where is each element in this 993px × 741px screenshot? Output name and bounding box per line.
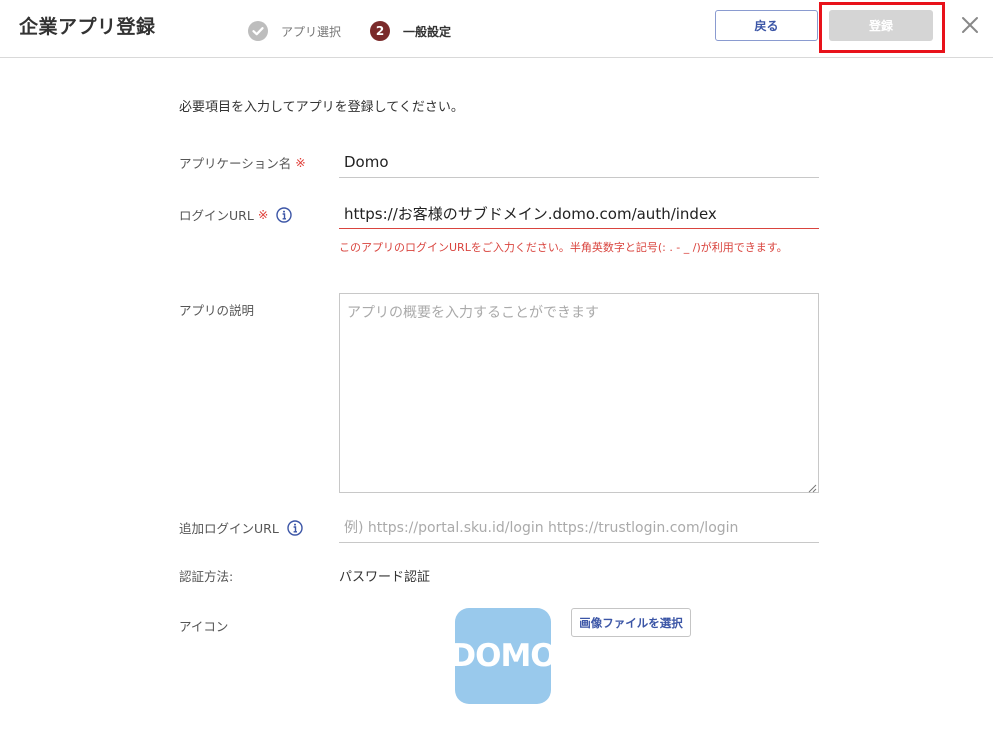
login-url-value: https://お客様のサブドメイン.domo.com/auth/index bbox=[344, 204, 717, 223]
app-logo: DOMO bbox=[455, 608, 551, 704]
additional-login-url-placeholder: 例) https://portal.sku.id/login https://t… bbox=[344, 520, 739, 536]
label-text: アプリケーション名 bbox=[179, 156, 292, 171]
select-image-file-button[interactable]: 画像ファイルを選択 bbox=[571, 608, 691, 637]
header-bar: 企業アプリ登録 アプリ選択 2 一般設定 戻る 登録 bbox=[0, 0, 993, 58]
step-label: 一般設定 bbox=[403, 24, 452, 39]
label-text: アプリの説明 bbox=[179, 303, 255, 318]
app-name-field[interactable]: Domo bbox=[339, 147, 819, 178]
app-name-value: Domo bbox=[344, 153, 389, 171]
page-title: 企業アプリ登録 bbox=[19, 16, 156, 38]
step-general-settings: 2 一般設定 bbox=[370, 21, 451, 41]
description-textarea[interactable]: アプリの概要を入力することができます bbox=[339, 293, 819, 493]
description-label: アプリの説明 bbox=[179, 300, 254, 319]
icon-label: アイコン bbox=[179, 616, 228, 635]
additional-login-url-label: 追加ログインURL bbox=[179, 518, 303, 537]
register-button[interactable]: 登録 bbox=[829, 10, 933, 41]
label-text: 認証方法: bbox=[179, 569, 234, 584]
back-button[interactable]: 戻る bbox=[715, 10, 818, 41]
auth-method-label: 認証方法: bbox=[179, 566, 233, 585]
additional-login-url-field[interactable]: 例) https://portal.sku.id/login https://t… bbox=[339, 512, 819, 543]
label-text: 追加ログインURL bbox=[179, 521, 279, 536]
description-placeholder: アプリの概要を入力することができます bbox=[347, 305, 599, 321]
form-intro: 必要項目を入力してアプリを登録してください。 bbox=[179, 100, 464, 115]
close-icon[interactable] bbox=[958, 13, 982, 37]
login-url-field[interactable]: https://お客様のサブドメイン.domo.com/auth/index bbox=[339, 198, 819, 229]
label-text: アイコン bbox=[179, 619, 229, 634]
required-mark: ※ bbox=[295, 155, 306, 170]
label-text: ログインURL bbox=[179, 208, 254, 223]
check-circle-icon bbox=[248, 21, 268, 41]
login-url-error: このアプリのログインURLをご入力ください。半角英数字と記号(: . - _ /… bbox=[339, 241, 788, 254]
login-url-label: ログインURL ※ bbox=[179, 205, 292, 224]
app-name-label: アプリケーション名 ※ bbox=[179, 153, 306, 172]
step-app-select: アプリ選択 bbox=[248, 21, 341, 41]
step-label: アプリ選択 bbox=[281, 24, 342, 39]
info-icon[interactable] bbox=[276, 206, 292, 223]
logo-text: DOMO bbox=[455, 638, 551, 674]
required-mark: ※ bbox=[257, 207, 269, 222]
resize-grip-icon[interactable] bbox=[807, 481, 817, 493]
step-number: 2 bbox=[370, 21, 390, 41]
info-icon[interactable] bbox=[287, 519, 303, 536]
auth-method-value: パスワード認証 bbox=[339, 570, 431, 585]
